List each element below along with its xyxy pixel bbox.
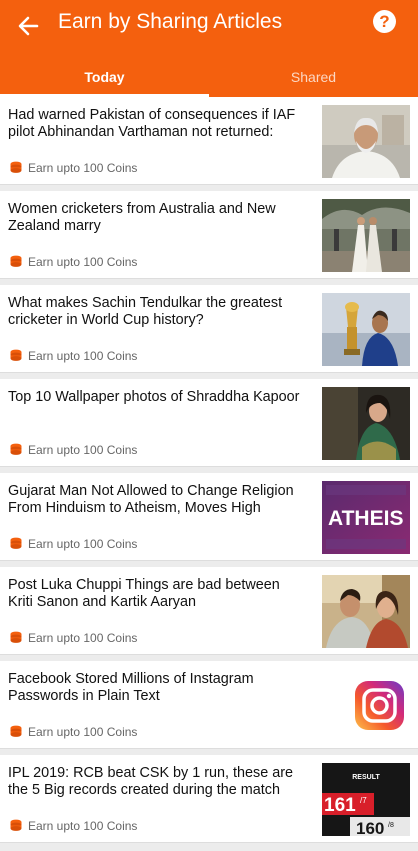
couple-photo bbox=[322, 575, 410, 648]
article-thumbnail[interactable] bbox=[322, 387, 410, 460]
article-title: Women cricketers from Australia and New … bbox=[8, 201, 276, 234]
article-title: Post Luka Chuppi Things are bad between … bbox=[8, 577, 280, 610]
scoreboard-score-1: 161 bbox=[324, 795, 356, 816]
article-card[interactable]: Women cricketers from Australia and New … bbox=[0, 191, 418, 279]
article-title: IPL 2019: RCB beat CSK by 1 run, these a… bbox=[8, 765, 294, 798]
scoreboard-heading: RESULT bbox=[352, 774, 380, 781]
coin-stack-icon bbox=[10, 537, 22, 549]
article-card[interactable]: Facebook Stored Millions of Instagram Pa… bbox=[0, 661, 418, 749]
wedding-photo bbox=[322, 199, 410, 272]
article-card[interactable]: IPL 2019: RCB beat CSK by 1 run, these a… bbox=[0, 755, 418, 843]
help-icon: ? bbox=[379, 12, 390, 31]
reward-label: Earn upto 100 Coins bbox=[28, 349, 138, 363]
app-header: Earn by Sharing Articles ? Today Shared bbox=[0, 0, 418, 97]
article-card[interactable]: Had warned Pakistan of consequences if I… bbox=[0, 97, 418, 185]
atheism-banner: ATHEIS bbox=[322, 481, 410, 554]
article-card[interactable]: Top 10 Wallpaper photos of Shraddha Kapo… bbox=[0, 379, 418, 467]
article-thumbnail[interactable]: ATHEIS bbox=[322, 481, 410, 554]
article-card[interactable]: Gujarat Man Not Allowed to Change Religi… bbox=[0, 473, 418, 561]
coin-stack-icon bbox=[10, 349, 22, 361]
reward-label: Earn upto 100 Coins bbox=[28, 161, 138, 175]
article-title: What makes Sachin Tendulkar the greatest… bbox=[8, 295, 283, 328]
help-button[interactable]: ? bbox=[373, 10, 396, 33]
article-thumbnail[interactable] bbox=[322, 105, 410, 178]
scoreboard: RESULT 161 /7 160 /8 bbox=[322, 763, 410, 836]
reward-label: Earn upto 100 Coins bbox=[28, 631, 138, 645]
article-card[interactable]: Post Luka Chuppi Things are bad between … bbox=[0, 567, 418, 655]
page-title: Earn by Sharing Articles bbox=[58, 10, 283, 33]
reward-label: Earn upto 100 Coins bbox=[28, 537, 138, 551]
article-thumbnail[interactable] bbox=[322, 669, 410, 742]
reward-label: Earn upto 100 Coins bbox=[28, 725, 138, 739]
coin-stack-icon bbox=[10, 255, 22, 267]
tab-today[interactable]: Today bbox=[0, 58, 209, 97]
coin-stack-icon bbox=[10, 443, 22, 455]
article-title: Top 10 Wallpaper photos of Shraddha Kapo… bbox=[8, 389, 300, 405]
coin-stack-icon bbox=[10, 725, 22, 737]
article-thumbnail[interactable] bbox=[322, 293, 410, 366]
reward-label: Earn upto 100 Coins bbox=[28, 255, 138, 269]
scoreboard-score-2: 160 bbox=[356, 819, 384, 836]
scoreboard-wickets-2: /8 bbox=[388, 822, 394, 829]
article-thumbnail[interactable] bbox=[322, 199, 410, 272]
thumbnail-banner-text: ATHEIS bbox=[328, 507, 403, 530]
scoreboard-wickets-1: /7 bbox=[360, 796, 367, 805]
coin-stack-icon bbox=[10, 819, 22, 831]
trophy-photo bbox=[322, 293, 410, 366]
actress-photo bbox=[322, 387, 410, 460]
coin-stack-icon bbox=[10, 161, 22, 173]
app-bar: Earn by Sharing Articles ? bbox=[0, 0, 418, 52]
article-title: Had warned Pakistan of consequences if I… bbox=[8, 107, 296, 140]
tab-bar: Today Shared bbox=[0, 58, 418, 97]
article-thumbnail[interactable]: RESULT 161 /7 160 /8 bbox=[322, 763, 410, 836]
article-title: Facebook Stored Millions of Instagram Pa… bbox=[8, 671, 254, 704]
coin-stack-icon bbox=[10, 631, 22, 643]
article-thumbnail[interactable] bbox=[322, 575, 410, 648]
back-button[interactable] bbox=[14, 12, 42, 40]
tab-shared[interactable]: Shared bbox=[209, 58, 418, 97]
article-title: Gujarat Man Not Allowed to Change Religi… bbox=[8, 483, 294, 516]
article-card[interactable]: What makes Sachin Tendulkar the greatest… bbox=[0, 285, 418, 373]
arrow-back-icon bbox=[18, 16, 39, 36]
reward-label: Earn upto 100 Coins bbox=[28, 819, 138, 833]
reward-label: Earn upto 100 Coins bbox=[28, 443, 138, 457]
man-in-white-kurta-photo bbox=[322, 105, 410, 178]
instagram-logo bbox=[322, 669, 410, 742]
